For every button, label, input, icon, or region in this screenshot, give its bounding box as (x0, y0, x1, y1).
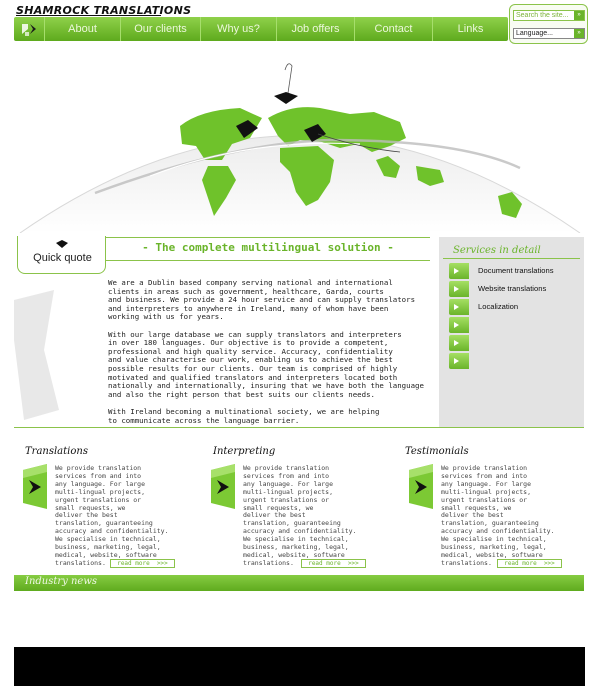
service-item-label: Website translations (469, 281, 581, 297)
services-panel: Services in detail Document translations… (439, 237, 584, 428)
column-text-translations: We provide translation services from and… (55, 464, 169, 567)
page-title: - The complete multilingual solution - (142, 241, 394, 254)
arrow-right-icon (449, 281, 469, 297)
service-item-label: Localization (469, 299, 581, 315)
main-nav: About Our clients Why us? Job offers Con… (14, 17, 508, 41)
service-item-localization[interactable]: Localization (449, 299, 581, 315)
service-item-website-translations[interactable]: Website translations (449, 281, 581, 297)
industry-news-title[interactable]: Industry news (25, 576, 97, 587)
interpreting-arrow-icon (211, 464, 235, 509)
arrow-right-icon (449, 299, 469, 315)
column-text-testimonials: We provide translation services from and… (441, 464, 555, 567)
column-text-interpreting: We provide translation services from and… (243, 464, 357, 567)
service-item-label (469, 317, 581, 333)
nav-item-our-clients[interactable]: Our clients (120, 17, 200, 41)
footer-bar (14, 647, 585, 686)
title-top-line (106, 237, 430, 238)
intro-paragraph: With our large database we can supply tr… (108, 329, 424, 399)
arrow-down-icon (56, 240, 68, 248)
nav-item-links[interactable]: Links (432, 17, 508, 41)
language-go-button[interactable]: » (574, 29, 584, 38)
service-item-label (469, 353, 581, 369)
watermark-arrow-left (14, 290, 59, 420)
arrow-right-icon (449, 335, 469, 351)
quick-quote-tab[interactable]: Quick quote (17, 236, 106, 274)
industry-news-bar: Industry news (14, 575, 584, 591)
read-more-translations-button[interactable]: read more >>> (110, 559, 175, 568)
services-divider (443, 258, 580, 259)
intro-paragraph: We are a Dublin based company serving na… (108, 278, 416, 322)
service-item-empty[interactable] (449, 317, 581, 333)
intro-text: We are a Dublin based company serving na… (108, 278, 438, 434)
nav-item-why-us[interactable]: Why us? (200, 17, 276, 41)
arrow-right-icon (449, 263, 469, 279)
intro-paragraph: With Ireland becoming a multinational so… (108, 406, 380, 425)
home-icon[interactable] (20, 20, 38, 38)
service-item-empty[interactable] (449, 353, 581, 369)
read-more-interpreting-button[interactable]: read more >>> (301, 559, 366, 568)
services-title: Services in detail (453, 245, 541, 256)
service-item-label: Document translations (469, 263, 581, 279)
logo-underline (16, 15, 161, 16)
nav-item-contact[interactable]: Contact (354, 17, 432, 41)
hero-globe-image (19, 63, 581, 233)
section-divider (14, 427, 584, 428)
nav-item-about[interactable]: About (44, 17, 120, 41)
service-item-empty[interactable] (449, 335, 581, 351)
column-title-translations: Translations (25, 446, 88, 457)
read-more-testimonials-button[interactable]: read more >>> (497, 559, 562, 568)
search-go-button[interactable]: » (574, 11, 584, 20)
arrow-right-icon (449, 317, 469, 333)
translations-arrow-icon (23, 464, 47, 509)
column-title-interpreting: Interpreting (213, 446, 276, 457)
testimonials-arrow-icon (409, 464, 433, 509)
service-item-document-translations[interactable]: Document translations (449, 263, 581, 279)
title-bottom-line (106, 260, 430, 261)
service-item-label (469, 335, 581, 351)
arrow-right-icon (449, 353, 469, 369)
quick-quote-label: Quick quote (33, 252, 92, 264)
nav-item-job-offers[interactable]: Job offers (276, 17, 354, 41)
column-title-testimonials: Testimonials (405, 446, 469, 457)
